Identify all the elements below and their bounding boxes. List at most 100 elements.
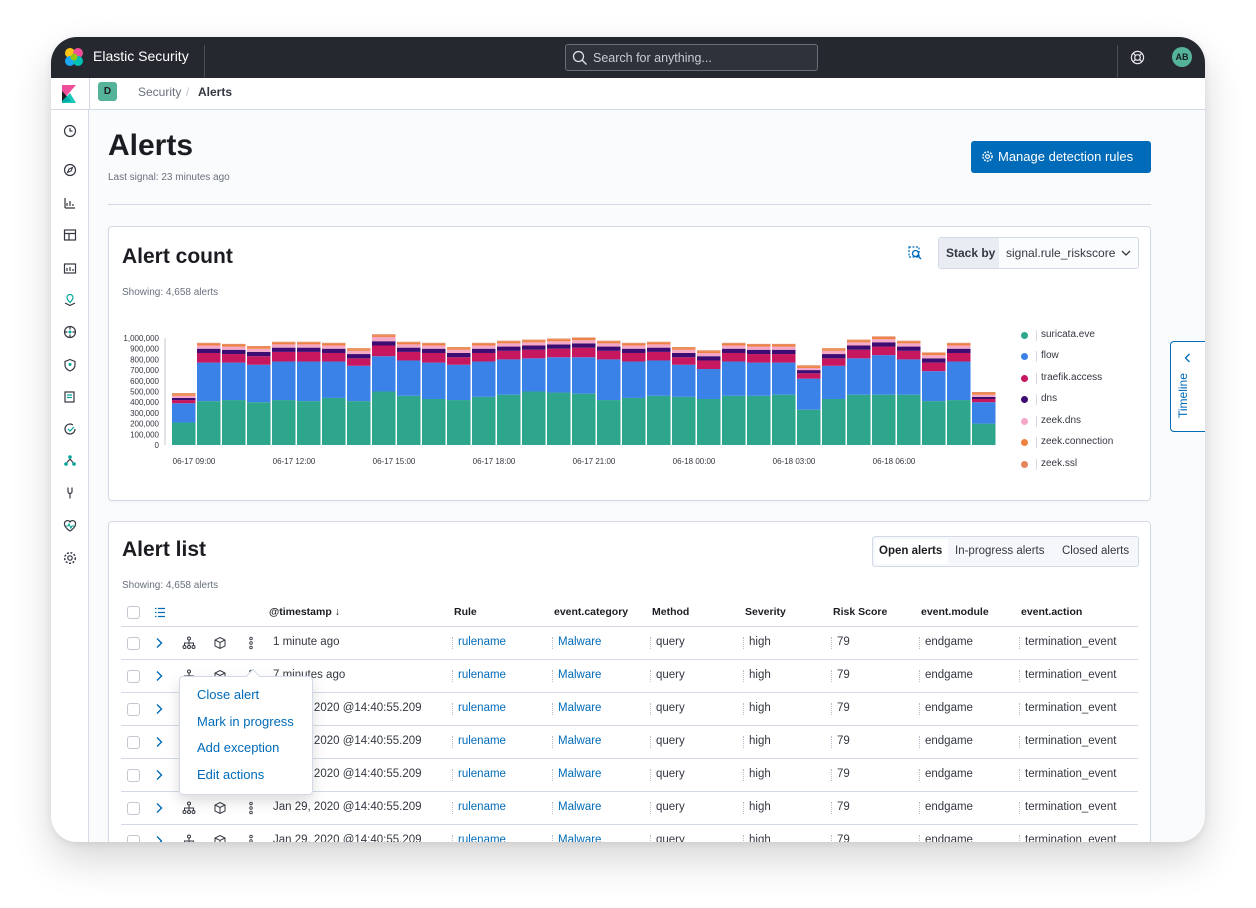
cell-drag-handle[interactable] [650,670,652,682]
elastic-logo-icon[interactable] [63,46,85,68]
cell-drag-handle[interactable] [831,769,833,781]
cell-drag-handle[interactable] [650,703,652,715]
breadcrumb-security[interactable]: Security [138,85,181,99]
row-checkbox[interactable] [127,736,140,749]
cell-drag-handle[interactable] [919,769,921,781]
cell-rule-link[interactable]: rulename [458,801,506,813]
expand-chevron-right-icon[interactable] [152,702,166,716]
cell-drag-handle[interactable] [831,802,833,814]
cell-drag-handle[interactable] [1019,670,1021,682]
cell-drag-handle[interactable] [831,637,833,649]
add-exception-menu-item[interactable]: Add exception [197,740,279,755]
cell-drag-handle[interactable] [452,736,454,748]
apm-icon[interactable] [62,453,78,469]
mark-in-progress-menu-item[interactable]: Mark in progress [197,714,294,729]
analyze-event-tree-icon[interactable] [182,801,196,815]
cell-drag-handle[interactable] [919,637,921,649]
canvas-icon[interactable] [62,260,78,276]
timeline-flyout-button[interactable]: Timeline [1170,341,1205,432]
column-header-timestamp[interactable]: @timestamp ↓ [269,606,340,618]
cell-drag-handle[interactable] [552,670,554,682]
help-lifebuoy-icon[interactable] [1130,50,1145,65]
row-checkbox[interactable] [127,835,140,842]
maps-icon[interactable] [62,292,78,308]
cell-rule-link[interactable]: rulename [458,702,506,714]
row-checkbox[interactable] [127,802,140,815]
cell-drag-handle[interactable] [552,637,554,649]
more-actions-kebab-icon[interactable] [244,834,258,842]
logs-icon[interactable] [62,389,78,405]
close-alert-menu-item[interactable]: Close alert [197,687,259,702]
cell-event-category-link[interactable]: Malware [558,735,601,747]
cell-drag-handle[interactable] [1019,703,1021,715]
cell-drag-handle[interactable] [552,736,554,748]
cell-drag-handle[interactable] [650,835,652,842]
cell-drag-handle[interactable] [831,670,833,682]
analyze-event-tree-icon[interactable] [182,834,196,842]
expand-chevron-right-icon[interactable] [152,735,166,749]
global-search-input[interactable]: Search for anything... [565,44,818,71]
cell-event-category-link[interactable]: Malware [558,834,601,842]
cell-event-category-link[interactable]: Malware [558,669,601,681]
column-header-event-module[interactable]: event.module [921,606,989,618]
management-icon[interactable] [62,550,78,566]
cell-drag-handle[interactable] [743,802,745,814]
cell-drag-handle[interactable] [452,835,454,842]
cell-event-category-link[interactable]: Malware [558,636,601,648]
cell-drag-handle[interactable] [552,769,554,781]
cell-drag-handle[interactable] [650,736,652,748]
investigate-cube-icon[interactable] [213,636,227,650]
cell-rule-link[interactable]: rulename [458,735,506,747]
clock-icon[interactable] [62,123,78,139]
cell-drag-handle[interactable] [1019,802,1021,814]
column-header-method[interactable]: Method [652,606,689,618]
cell-rule-link[interactable]: rulename [458,669,506,681]
more-actions-kebab-icon[interactable] [244,801,258,815]
expand-chevron-right-icon[interactable] [152,768,166,782]
expand-chevron-right-icon[interactable] [152,801,166,815]
expand-chevron-right-icon[interactable] [152,636,166,650]
cell-drag-handle[interactable] [452,703,454,715]
cell-event-category-link[interactable]: Malware [558,768,601,780]
row-checkbox[interactable] [127,703,140,716]
column-header-event-category[interactable]: event.category [554,606,628,618]
column-list-icon[interactable] [154,607,166,618]
cell-drag-handle[interactable] [831,835,833,842]
select-all-checkbox[interactable] [127,606,140,619]
cell-drag-handle[interactable] [452,670,454,682]
monitoring-icon[interactable] [62,518,78,534]
cell-drag-handle[interactable] [743,769,745,781]
cell-drag-handle[interactable] [743,670,745,682]
cell-drag-handle[interactable] [452,769,454,781]
cell-drag-handle[interactable] [919,736,921,748]
cell-drag-handle[interactable] [650,802,652,814]
cell-drag-handle[interactable] [552,835,554,842]
cell-drag-handle[interactable] [743,637,745,649]
analyze-event-tree-icon[interactable] [182,636,196,650]
cell-drag-handle[interactable] [1019,769,1021,781]
cell-drag-handle[interactable] [919,670,921,682]
devtools-icon[interactable] [62,485,78,501]
column-header-risk-score[interactable]: Risk Score [833,606,887,618]
ml-icon[interactable] [62,324,78,340]
investigate-cube-icon[interactable] [213,801,227,815]
row-checkbox[interactable] [127,670,140,683]
expand-chevron-right-icon[interactable] [152,669,166,683]
compass-icon[interactable] [62,162,78,178]
cell-drag-handle[interactable] [1019,637,1021,649]
cell-event-category-link[interactable]: Malware [558,702,601,714]
cell-event-category-link[interactable]: Malware [558,801,601,813]
investigate-cube-icon[interactable] [213,834,227,842]
cell-drag-handle[interactable] [743,736,745,748]
cell-drag-handle[interactable] [1019,835,1021,842]
expand-chevron-right-icon[interactable] [152,834,166,842]
cell-drag-handle[interactable] [650,637,652,649]
cell-drag-handle[interactable] [919,835,921,842]
column-header-event-action[interactable]: event.action [1021,606,1082,618]
stack-by-select[interactable]: Stack by signal.rule_riskscore [938,237,1139,269]
more-actions-kebab-icon[interactable] [244,636,258,650]
cell-drag-handle[interactable] [552,802,554,814]
manage-detection-rules-button[interactable]: Manage detection rules [971,141,1151,173]
visualize-icon[interactable] [62,195,78,211]
cell-drag-handle[interactable] [831,736,833,748]
